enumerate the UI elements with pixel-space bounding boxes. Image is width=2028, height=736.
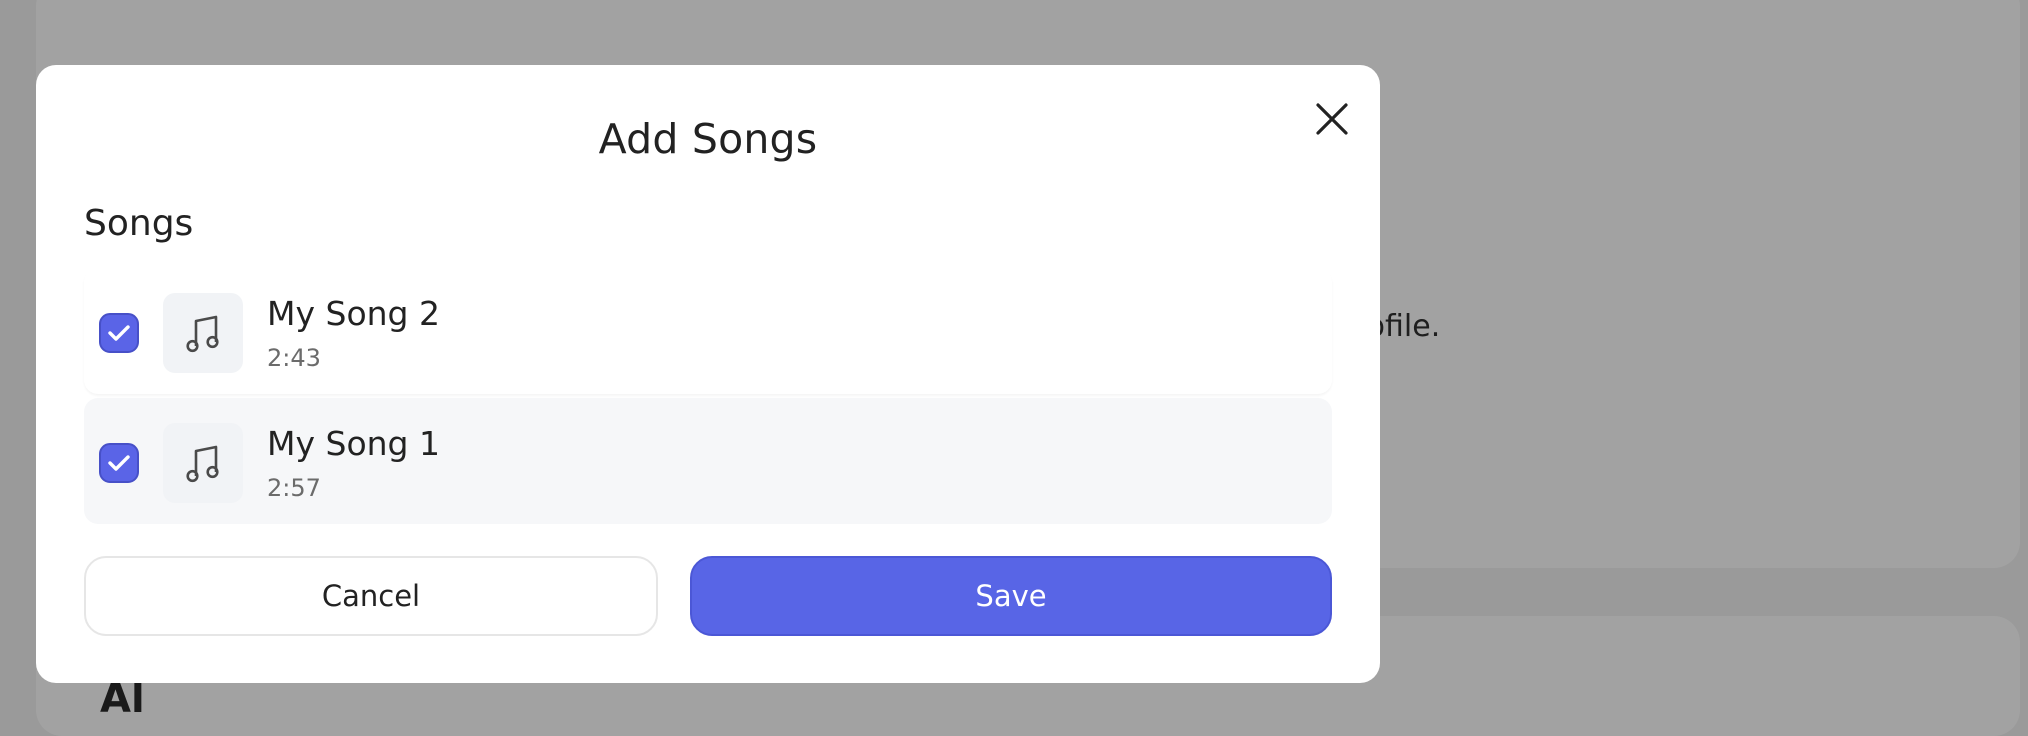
music-note-icon: [186, 445, 219, 483]
songs-section-label: Songs: [84, 203, 194, 244]
song-list: My Song 2 2:43 My Song 1 2:57: [84, 268, 1332, 524]
close-button[interactable]: [1306, 93, 1358, 145]
song-row[interactable]: My Song 2 2:43: [84, 268, 1332, 394]
song-checkbox[interactable]: [99, 313, 139, 353]
modal-title: Add Songs: [598, 115, 818, 163]
save-button[interactable]: Save: [690, 556, 1332, 636]
song-title: My Song 2: [267, 294, 440, 333]
song-checkbox[interactable]: [99, 443, 139, 483]
song-row[interactable]: My Song 1 2:57: [84, 398, 1332, 524]
music-note-icon: [186, 315, 219, 353]
add-songs-modal: Add Songs Songs My Song 2 2:43 My Song 1…: [36, 65, 1380, 683]
song-title: My Song 1: [267, 424, 440, 463]
checkmark-icon: [108, 455, 130, 471]
song-duration: 2:57: [267, 474, 321, 502]
cancel-button[interactable]: Cancel: [84, 556, 658, 636]
song-artwork: [163, 293, 243, 373]
checkmark-icon: [108, 325, 130, 341]
song-duration: 2:43: [267, 344, 321, 372]
song-artwork: [163, 423, 243, 503]
close-icon: [1316, 103, 1348, 135]
